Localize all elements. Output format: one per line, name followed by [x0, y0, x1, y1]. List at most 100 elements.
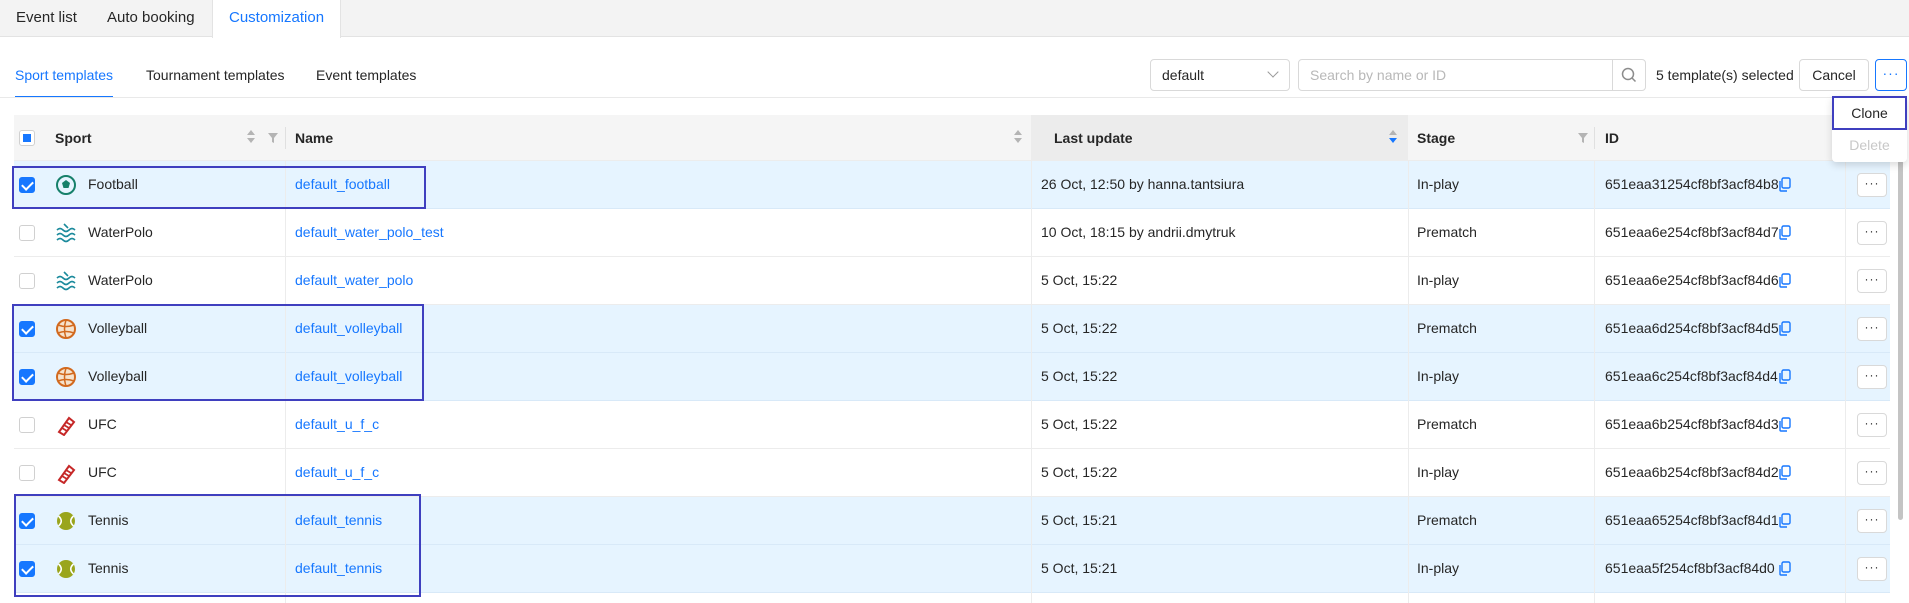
sport-cell: WaterPolo — [88, 224, 153, 240]
tennis-ball-icon — [57, 512, 75, 530]
sort-desc-icon[interactable] — [1389, 130, 1397, 146]
row-checkbox[interactable] — [19, 417, 35, 433]
stage-cell: Prematch — [1417, 512, 1477, 528]
id-cell: 651eaa6b254cf8bf3acf84d2 — [1605, 464, 1779, 480]
row-checkbox[interactable] — [19, 177, 35, 193]
tab-tournament-templates[interactable]: Tournament templates — [146, 60, 285, 98]
row-actions-button[interactable]: ··· — [1857, 269, 1887, 293]
id-cell: 651eaa6d254cf8bf3acf84d5 — [1605, 320, 1779, 336]
row-checkbox[interactable] — [19, 225, 35, 241]
water-polo-icon — [56, 271, 76, 291]
last-update-cell: 5 Oct, 15:22 — [1041, 368, 1118, 384]
volleyball-icon — [56, 367, 76, 387]
tab-sport-templates[interactable]: Sport templates — [15, 60, 114, 98]
column-divider — [1408, 161, 1409, 603]
template-name-link[interactable]: default_tennis — [295, 545, 382, 593]
stage-cell: In-play — [1417, 560, 1460, 576]
more-actions-button[interactable]: ··· — [1875, 59, 1907, 91]
row-actions-button[interactable]: ··· — [1857, 413, 1887, 437]
template-name-link[interactable]: default_u_f_c — [295, 449, 379, 497]
copy-icon[interactable] — [1779, 417, 1791, 432]
stage-cell: Prematch — [1417, 224, 1477, 240]
cancel-button[interactable]: Cancel — [1799, 59, 1869, 91]
last-update-cell: 5 Oct, 15:22 — [1041, 416, 1118, 432]
stage-cell: In-play — [1417, 272, 1460, 288]
copy-icon[interactable] — [1779, 513, 1791, 528]
last-update-cell: 10 Oct, 18:15 by andrii.dmytruk — [1041, 224, 1236, 240]
column-header-name[interactable]: Name — [295, 115, 333, 161]
scrollbar[interactable] — [1898, 160, 1903, 520]
search-input[interactable] — [1299, 60, 1613, 90]
chevron-down-icon — [1267, 66, 1279, 78]
stage-cell: In-play — [1417, 464, 1460, 480]
column-header-id[interactable]: ID — [1605, 115, 1619, 161]
row-checkbox[interactable] — [19, 273, 35, 289]
row-actions-button[interactable]: ··· — [1857, 461, 1887, 485]
table-row[interactable]: Tennis default_tennis 5 Oct, 15:21 Prematch… — [14, 497, 1890, 545]
search-button[interactable] — [1613, 60, 1645, 90]
last-update-cell: 5 Oct, 15:21 — [1041, 560, 1118, 576]
template-name-link[interactable]: default_water_polo — [295, 257, 413, 305]
template-name-link[interactable]: default_football — [295, 161, 390, 209]
copy-icon[interactable] — [1779, 177, 1791, 192]
tab-auto-booking[interactable]: Auto booking — [91, 0, 211, 37]
row-checkbox[interactable] — [19, 561, 35, 577]
table-row[interactable]: UFC default_u_f_c 5 Oct, 15:22 In-play 651ea… — [14, 449, 1890, 497]
copy-icon[interactable] — [1779, 321, 1791, 336]
column-header-stage[interactable]: Stage — [1417, 115, 1455, 161]
copy-icon[interactable] — [1779, 465, 1791, 480]
divider — [0, 97, 1890, 98]
filter-icon[interactable] — [1578, 133, 1588, 143]
filter-icon[interactable] — [268, 133, 278, 143]
table-row[interactable]: UFC default_u_f_c 5 Oct, 15:22 Prematch 651e… — [14, 401, 1890, 449]
copy-icon[interactable] — [1779, 561, 1791, 576]
table-header: Sport Name Last update Stage ID — [14, 115, 1890, 161]
last-update-cell: 5 Oct, 15:22 — [1041, 320, 1118, 336]
table-row[interactable]: WaterPolo default_water_polo_test 10 Oct, … — [14, 209, 1890, 257]
stage-cell: In-play — [1417, 176, 1460, 192]
stage-cell: Prematch — [1417, 416, 1477, 432]
template-name-link[interactable]: default_water_polo_test — [295, 209, 444, 257]
row-actions-button[interactable]: ··· — [1857, 173, 1887, 197]
table-row[interactable]: WaterPolo default_water_polo 5 Oct, 15:22 I… — [14, 257, 1890, 305]
row-checkbox[interactable] — [19, 465, 35, 481]
table-row[interactable]: Volleyball default_volleyball 5 Oct, 15:22… — [14, 353, 1890, 401]
row-actions-button[interactable]: ··· — [1857, 221, 1887, 245]
copy-icon[interactable] — [1779, 225, 1791, 240]
row-checkbox[interactable] — [19, 513, 35, 529]
column-header-sport[interactable]: Sport — [55, 115, 92, 161]
sort-icon[interactable] — [1014, 130, 1022, 146]
sport-cell: Volleyball — [88, 368, 148, 384]
copy-icon[interactable] — [1779, 273, 1791, 288]
id-cell: 651eaa6e254cf8bf3acf84d7 — [1605, 224, 1779, 240]
row-checkbox[interactable] — [19, 321, 35, 337]
column-header-last-update[interactable]: Last update — [1031, 115, 1408, 161]
tab-event-list[interactable]: Event list — [0, 0, 93, 37]
row-actions-button[interactable]: ··· — [1857, 557, 1887, 581]
column-divider — [1845, 161, 1846, 603]
tab-customization[interactable]: Customization — [212, 0, 342, 38]
column-divider — [285, 161, 286, 603]
selected-count: 5 template(s) selected — [1656, 67, 1794, 83]
copy-icon[interactable] — [1779, 369, 1791, 384]
sort-icon[interactable] — [247, 130, 255, 146]
table-row[interactable]: Tennis default_tennis 5 Oct, 15:21 In-play 6… — [14, 545, 1890, 593]
stage-cell: In-play — [1417, 368, 1460, 384]
table-row[interactable]: Volleyball default_volleyball 5 Oct, 15:22… — [14, 305, 1890, 353]
template-name-link[interactable]: default_volleyball — [295, 353, 402, 401]
top-tab-bar: Event list Auto booking Customization — [0, 0, 1909, 38]
row-actions-button[interactable]: ··· — [1857, 365, 1887, 389]
select-all-checkbox[interactable] — [19, 130, 35, 146]
row-actions-button[interactable]: ··· — [1857, 509, 1887, 533]
column-divider — [1031, 161, 1032, 603]
template-name-link[interactable]: default_u_f_c — [295, 401, 379, 449]
template-name-link[interactable]: default_volleyball — [295, 305, 402, 353]
row-checkbox[interactable] — [19, 369, 35, 385]
template-select[interactable]: default — [1150, 59, 1290, 91]
clone-menu-item[interactable]: Clone — [1832, 98, 1907, 128]
template-name-link[interactable]: default_tennis — [295, 497, 382, 545]
table-row[interactable]: Football default_football 26 Oct, 12:50 by… — [14, 161, 1890, 209]
tab-event-templates[interactable]: Event templates — [316, 60, 416, 98]
templates-table: Sport Name Last update Stage ID Football… — [14, 115, 1890, 603]
row-actions-button[interactable]: ··· — [1857, 317, 1887, 341]
